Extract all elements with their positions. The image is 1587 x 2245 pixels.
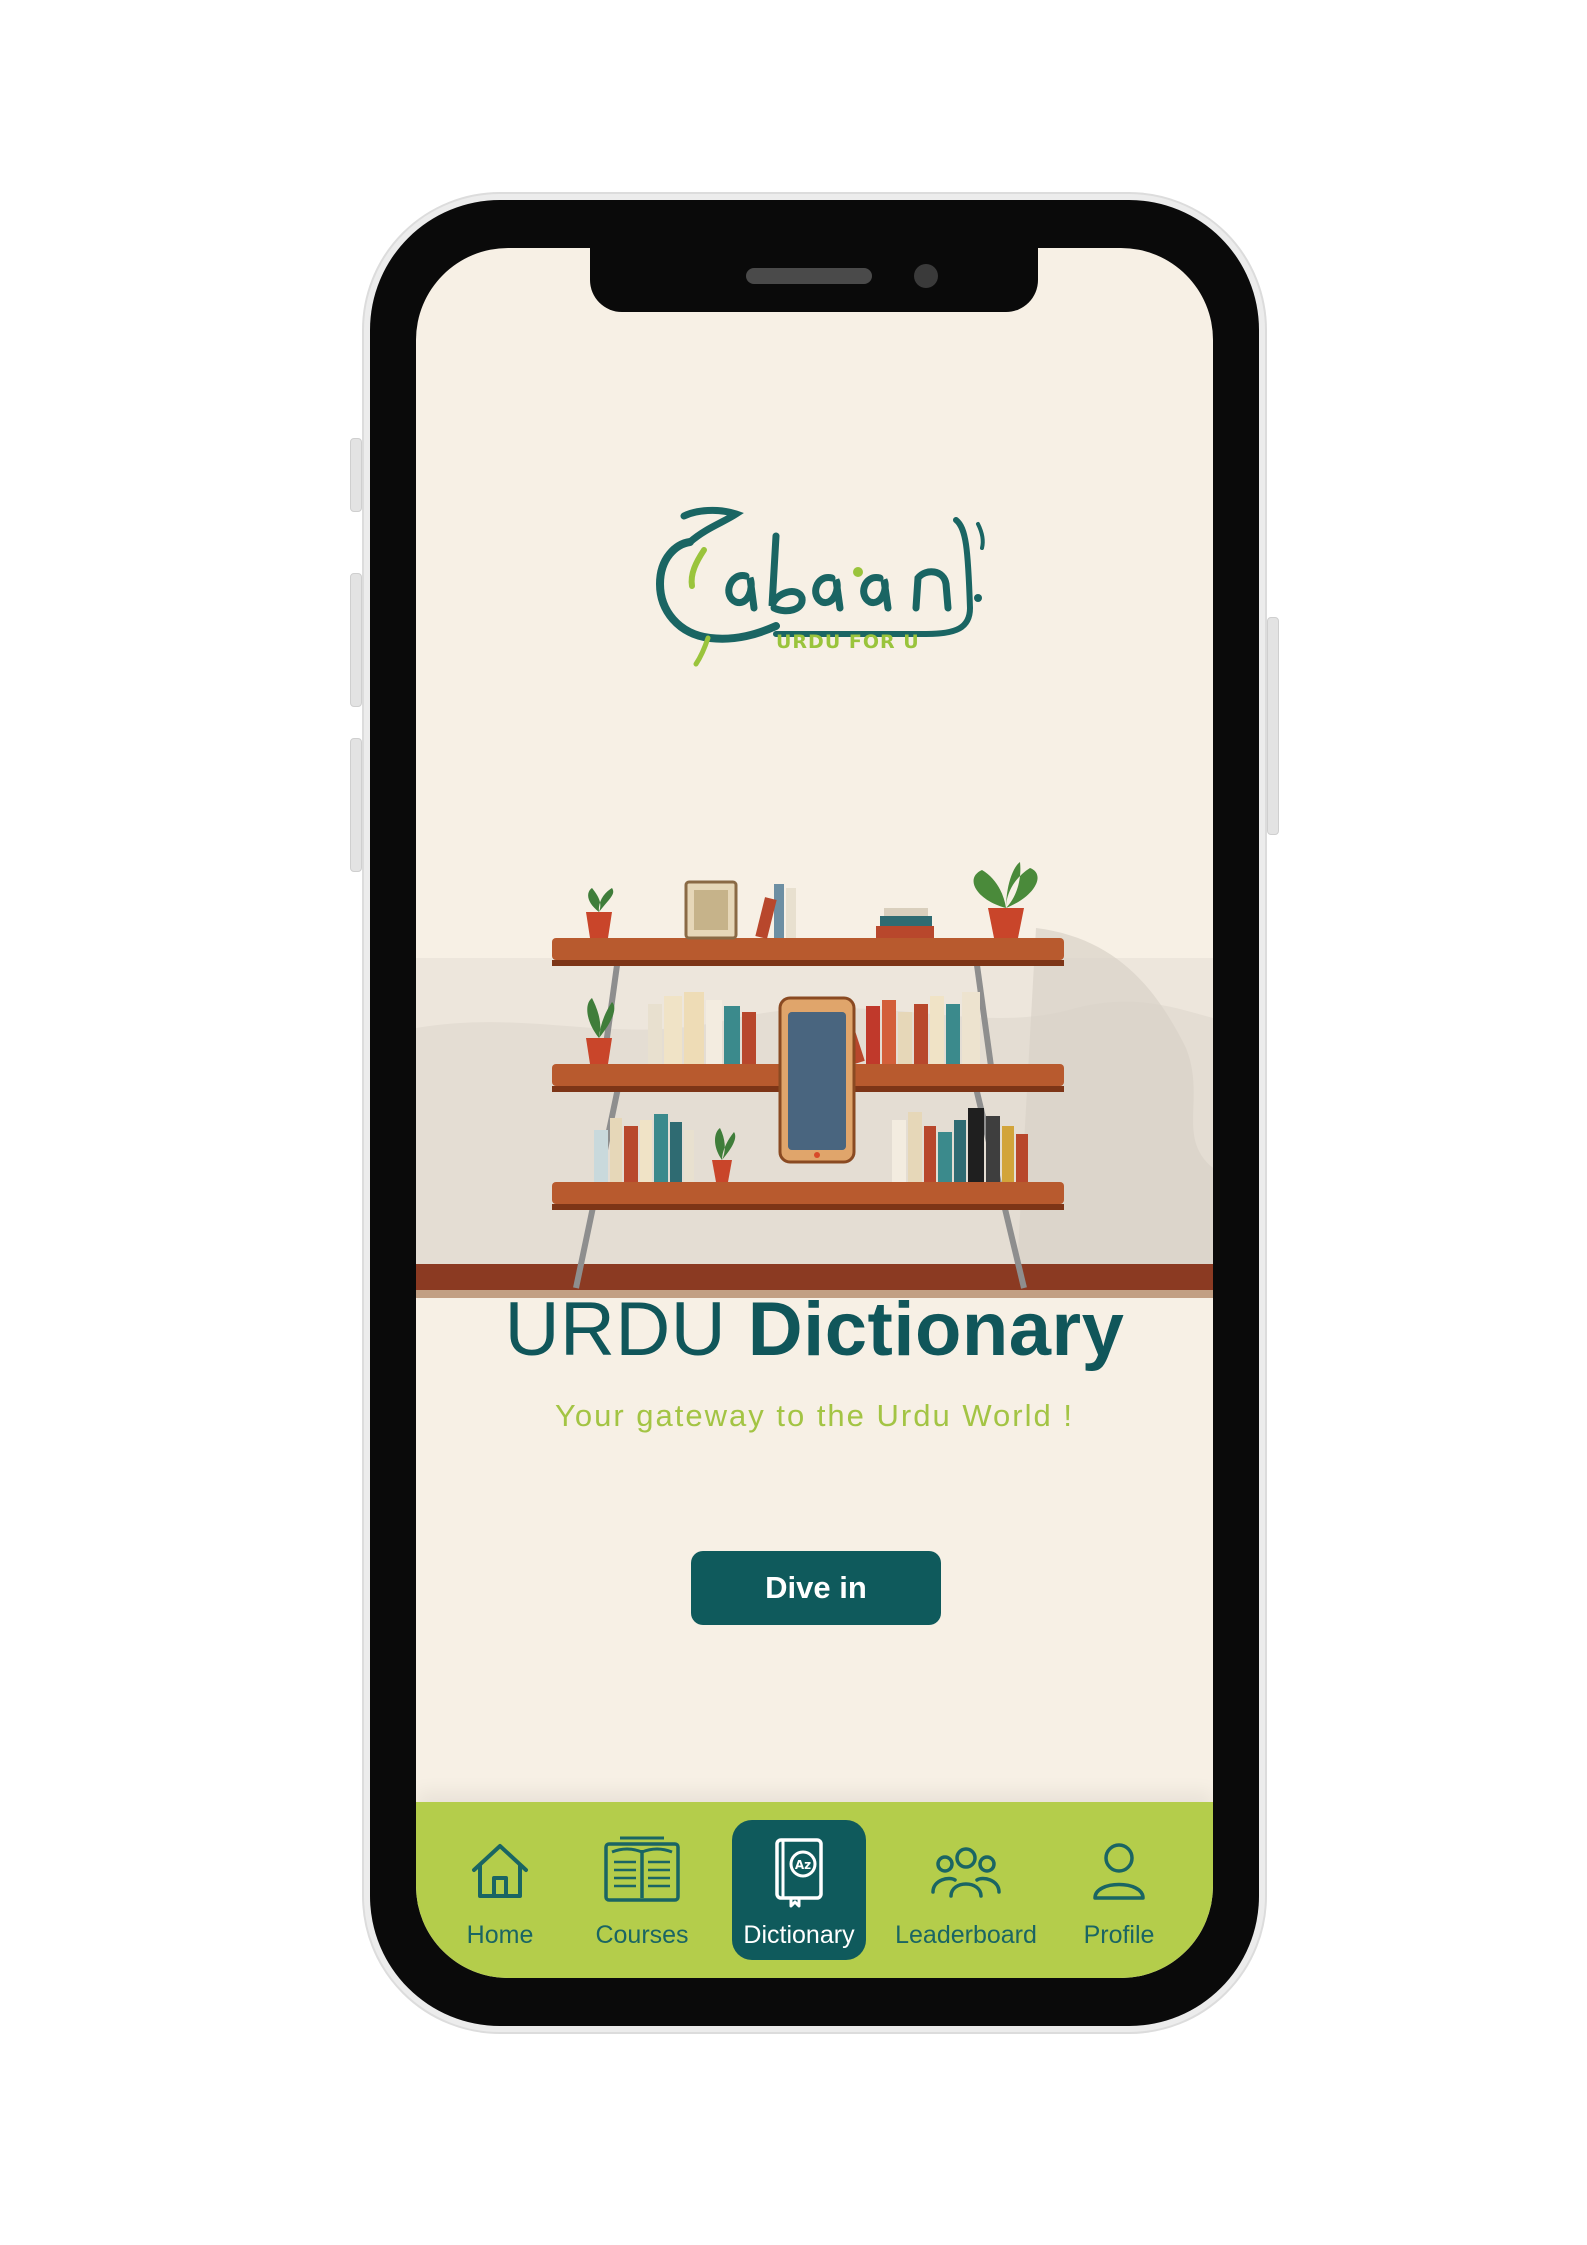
page-title: URDU Dictionary: [416, 1286, 1213, 1373]
nav-label-profile: Profile: [1083, 1921, 1155, 1949]
user-icon: [1093, 1843, 1145, 1900]
open-book-icon: [604, 1836, 680, 1902]
nav-item-leaderboard[interactable]: Leaderboard: [886, 1802, 1046, 1978]
svg-text:Az: Az: [795, 1858, 811, 1872]
page-title-bold: Dictionary: [747, 1287, 1125, 1372]
nav-item-dictionary[interactable]: Az Dictionary: [732, 1802, 866, 1978]
dive-in-button[interactable]: Dive in: [691, 1551, 941, 1625]
page-title-light: URDU: [504, 1287, 727, 1372]
logo-tagline: URDU FOR U: [776, 631, 920, 653]
nav-item-home[interactable]: Home: [440, 1802, 560, 1978]
nav-item-profile[interactable]: Profile: [1064, 1802, 1174, 1978]
phone-side-button-mute: [350, 438, 362, 512]
phone-side-button-volume-down: [350, 738, 362, 872]
phone-side-button-power: [1267, 617, 1279, 835]
earpiece-speaker: [746, 268, 872, 284]
phone-screen: URDU FOR U URDU Dictionary Your gateway …: [416, 248, 1213, 1978]
group-users-icon: [931, 1847, 1001, 1898]
nav-label-leaderboard: Leaderboard: [895, 1921, 1037, 1949]
bottom-nav: Home Courses Az Dictionary Leaderboard P…: [416, 1802, 1213, 1978]
phone-side-button-volume-up: [350, 573, 362, 707]
dictionary-book-icon: Az: [775, 1838, 823, 1908]
nav-label-home: Home: [466, 1921, 534, 1949]
nav-label-dictionary: Dictionary: [743, 1921, 855, 1949]
canvas: URDU FOR U URDU Dictionary Your gateway …: [0, 0, 1587, 2245]
page-subtitle: Your gateway to the Urdu World !: [555, 1398, 1074, 1433]
phone-notch: [590, 248, 1038, 312]
nav-label-courses: Courses: [595, 1921, 689, 1949]
home-icon: [472, 1844, 528, 1898]
front-camera: [914, 264, 938, 288]
nav-item-courses[interactable]: Courses: [582, 1802, 702, 1978]
